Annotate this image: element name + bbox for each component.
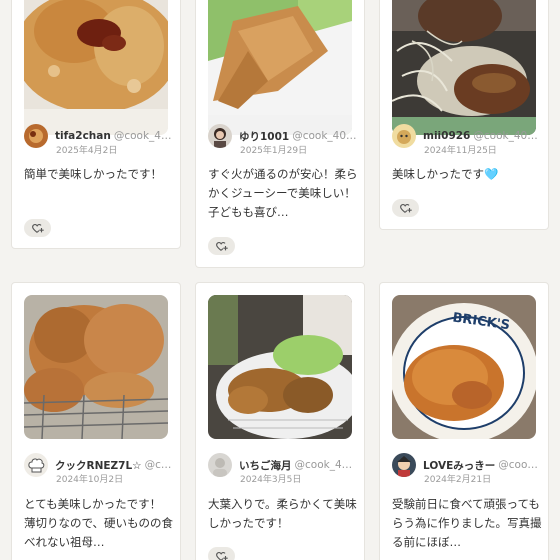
post-comment: すぐ火が通るのが安心！柔らかくジューシーで美味しい！子どもも喜び… <box>208 167 358 219</box>
post-date: 2024年10月2日 <box>56 475 124 485</box>
post-date: 2024年11月25日 <box>424 146 497 156</box>
post-comment: 受験前日に食べて頑張ってもらう為に作りました。写真撮る前にほぼ… <box>392 497 542 549</box>
user-avatar[interactable] <box>392 453 416 477</box>
heart-plus-icon <box>31 224 44 233</box>
user-avatar[interactable] <box>208 124 232 148</box>
post-photo[interactable] <box>24 0 168 135</box>
post-photo[interactable] <box>392 0 536 135</box>
heart-plus-icon <box>215 552 228 560</box>
user-name[interactable]: ゆり1001 <box>239 129 289 144</box>
chef-hat-avatar[interactable] <box>24 453 48 477</box>
post-date: 2025年1月29日 <box>240 146 308 156</box>
user-avatar[interactable] <box>24 124 48 148</box>
post-date: 2024年3月5日 <box>240 475 302 485</box>
user-avatar[interactable] <box>208 453 232 477</box>
post-card[interactable]: mii0926 @cook_404… 2024年11月25日 美味しかったです🩵 <box>379 0 549 230</box>
user-name[interactable]: いちご海月 <box>239 458 292 473</box>
post-photo[interactable] <box>208 0 352 135</box>
heart-plus-icon <box>399 204 412 213</box>
post-comment: 簡単で美味しかったです！ <box>24 167 162 181</box>
post-comment: 美味しかったです🩵 <box>392 167 499 181</box>
user-name[interactable]: クックRNEZ7L☆ <box>55 458 142 473</box>
user-avatar[interactable] <box>392 124 416 148</box>
user-id: @cook_4… <box>113 130 172 142</box>
post-card[interactable]: tifa2chan @cook_4… 2025年4月2日 簡単で美味しかったです… <box>11 0 181 249</box>
user-id: @cook_40… <box>292 130 357 142</box>
user-id: @coo… <box>498 459 538 471</box>
post-photo[interactable]: BRICK'S <box>392 295 536 439</box>
user-id: @cook_404… <box>473 130 542 142</box>
like-button[interactable] <box>208 547 235 560</box>
post-comment: 大葉入りで。柔らかくて美味しかったです！ <box>208 497 357 530</box>
post-card[interactable]: ゆり1001 @cook_40… 2025年1月29日 すぐ火が通るのが安心！柔… <box>195 0 365 268</box>
post-card[interactable]: いちご海月 @cook_4… 2024年3月5日 大葉入りで。柔らかくて美味しか… <box>195 282 365 560</box>
user-id: @cook_4… <box>294 459 353 471</box>
post-photo[interactable] <box>24 295 168 439</box>
user-id: @c… <box>144 459 172 471</box>
like-button[interactable] <box>392 199 419 217</box>
user-name[interactable]: tifa2chan <box>55 130 111 142</box>
user-name[interactable]: mii0926 <box>423 130 470 142</box>
post-date: 2024年2月21日 <box>424 475 492 485</box>
post-photo[interactable] <box>208 295 352 439</box>
post-card[interactable]: クックRNEZ7L☆ @c… 2024年10月2日 とても美味しかったです！ 薄… <box>11 282 181 560</box>
like-button[interactable] <box>208 237 235 255</box>
like-button[interactable] <box>24 219 51 237</box>
post-card[interactable]: BRICK'S LOVEみっきー @coo… 2024年2月21日 受験前日に食… <box>379 282 549 560</box>
post-date: 2025年4月2日 <box>56 146 118 156</box>
heart-plus-icon <box>215 242 228 251</box>
user-name[interactable]: LOVEみっきー <box>423 458 495 473</box>
post-comment: とても美味しかったです！ 薄切りなので、硬いものの食べれない祖母… <box>24 497 174 549</box>
